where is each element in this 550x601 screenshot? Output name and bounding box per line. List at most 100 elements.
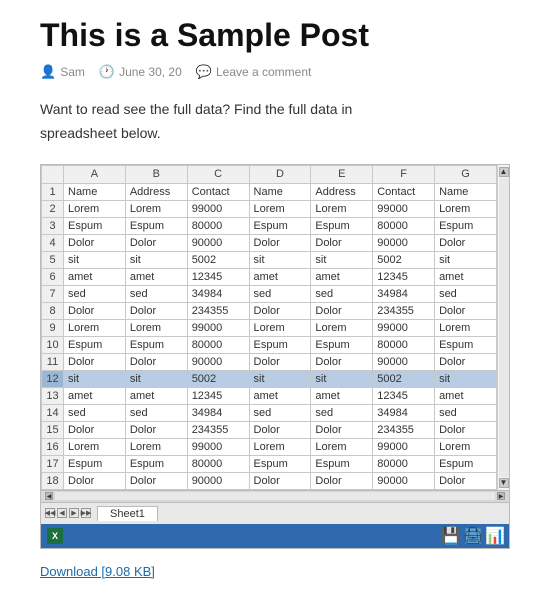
cell[interactable]: 5002: [373, 370, 435, 387]
cell[interactable]: sed: [311, 285, 373, 302]
cell[interactable]: Lorem: [125, 319, 187, 336]
cell[interactable]: Dolor: [311, 472, 373, 489]
cell[interactable]: Dolor: [249, 353, 311, 370]
cell[interactable]: amet: [64, 387, 126, 404]
cell[interactable]: Espum: [125, 336, 187, 353]
cell[interactable]: amet: [311, 387, 373, 404]
cell[interactable]: Lorem: [64, 438, 126, 455]
scroll-down-arrow[interactable]: ▼: [499, 478, 509, 488]
cell[interactable]: 34984: [373, 404, 435, 421]
cell[interactable]: 5002: [373, 251, 435, 268]
cell[interactable]: Dolor: [435, 353, 497, 370]
cell[interactable]: Espum: [64, 455, 126, 472]
cell[interactable]: 5002: [187, 251, 249, 268]
cell[interactable]: Espum: [125, 455, 187, 472]
cell[interactable]: 90000: [187, 234, 249, 251]
cell[interactable]: 12345: [373, 387, 435, 404]
cell[interactable]: Dolor: [311, 421, 373, 438]
cell[interactable]: Espum: [311, 455, 373, 472]
cell[interactable]: 80000: [187, 455, 249, 472]
cell[interactable]: Dolor: [64, 353, 126, 370]
sheet-tab[interactable]: Sheet1: [97, 506, 158, 521]
cell[interactable]: sit: [311, 370, 373, 387]
cell[interactable]: Dolor: [125, 421, 187, 438]
cell[interactable]: amet: [311, 268, 373, 285]
sheet-nav-first[interactable]: ◀◀: [45, 508, 55, 518]
cell[interactable]: 234355: [187, 421, 249, 438]
cell[interactable]: Dolor: [435, 472, 497, 489]
cell[interactable]: 99000: [373, 200, 435, 217]
cell[interactable]: 234355: [373, 421, 435, 438]
cell[interactable]: Lorem: [311, 438, 373, 455]
cell[interactable]: Espum: [435, 217, 497, 234]
cell[interactable]: Dolor: [311, 234, 373, 251]
scroll-right-arrow[interactable]: ▶: [497, 492, 505, 500]
cell[interactable]: Dolor: [249, 302, 311, 319]
cell[interactable]: Name: [435, 183, 497, 200]
cell[interactable]: Lorem: [64, 200, 126, 217]
cell[interactable]: sed: [64, 404, 126, 421]
scroll-up-arrow[interactable]: ▲: [499, 167, 509, 177]
cell[interactable]: Contact: [373, 183, 435, 200]
cell[interactable]: sit: [125, 370, 187, 387]
cell[interactable]: sed: [435, 285, 497, 302]
cell[interactable]: 34984: [187, 285, 249, 302]
cell[interactable]: sit: [435, 370, 497, 387]
cell[interactable]: sit: [125, 251, 187, 268]
cell[interactable]: sed: [249, 285, 311, 302]
horizontal-scroll-bar[interactable]: ◀ ▶: [41, 490, 509, 502]
download-link[interactable]: Download [9.08 KB]: [40, 564, 155, 579]
cell[interactable]: sit: [64, 370, 126, 387]
cell[interactable]: Lorem: [249, 438, 311, 455]
cell[interactable]: sed: [125, 285, 187, 302]
cell[interactable]: Espum: [311, 217, 373, 234]
cell[interactable]: amet: [435, 268, 497, 285]
cell[interactable]: 34984: [373, 285, 435, 302]
cell[interactable]: Lorem: [311, 200, 373, 217]
cell[interactable]: Espum: [249, 455, 311, 472]
cell[interactable]: 90000: [373, 353, 435, 370]
cell[interactable]: 5002: [187, 370, 249, 387]
cell[interactable]: Espum: [435, 455, 497, 472]
cell[interactable]: Address: [125, 183, 187, 200]
cell[interactable]: 34984: [187, 404, 249, 421]
sheet-nav-last[interactable]: ▶▶: [81, 508, 91, 518]
cell[interactable]: sed: [125, 404, 187, 421]
cell[interactable]: Dolor: [64, 421, 126, 438]
cell[interactable]: Dolor: [64, 234, 126, 251]
cell[interactable]: Lorem: [249, 319, 311, 336]
comment-link[interactable]: Leave a comment: [216, 65, 311, 79]
cell[interactable]: Lorem: [125, 438, 187, 455]
cell[interactable]: Espum: [64, 217, 126, 234]
cell[interactable]: Contact: [187, 183, 249, 200]
vertical-scrollbar[interactable]: ▲ ▼: [497, 165, 509, 490]
cell[interactable]: Espum: [311, 336, 373, 353]
cell[interactable]: 12345: [187, 387, 249, 404]
cell[interactable]: 90000: [187, 353, 249, 370]
cell[interactable]: Dolor: [311, 302, 373, 319]
cell[interactable]: 234355: [187, 302, 249, 319]
cell[interactable]: 80000: [187, 217, 249, 234]
cell[interactable]: sit: [311, 251, 373, 268]
cell[interactable]: Name: [64, 183, 126, 200]
cell[interactable]: sed: [435, 404, 497, 421]
cell[interactable]: Espum: [249, 217, 311, 234]
cell[interactable]: sed: [249, 404, 311, 421]
cell[interactable]: Lorem: [249, 200, 311, 217]
cell[interactable]: Dolor: [64, 302, 126, 319]
cell[interactable]: 99000: [187, 200, 249, 217]
cell[interactable]: Lorem: [311, 319, 373, 336]
cell[interactable]: 12345: [187, 268, 249, 285]
cell[interactable]: Lorem: [64, 319, 126, 336]
sheet-nav-next[interactable]: ▶: [69, 508, 79, 518]
cell[interactable]: Dolor: [125, 302, 187, 319]
cell[interactable]: 80000: [373, 455, 435, 472]
cell[interactable]: Dolor: [64, 472, 126, 489]
cell[interactable]: sed: [311, 404, 373, 421]
cell[interactable]: Dolor: [435, 234, 497, 251]
cell[interactable]: amet: [125, 268, 187, 285]
cell[interactable]: amet: [249, 387, 311, 404]
cell[interactable]: Lorem: [125, 200, 187, 217]
cell[interactable]: 12345: [373, 268, 435, 285]
view-icon[interactable]: 📊: [487, 528, 503, 544]
